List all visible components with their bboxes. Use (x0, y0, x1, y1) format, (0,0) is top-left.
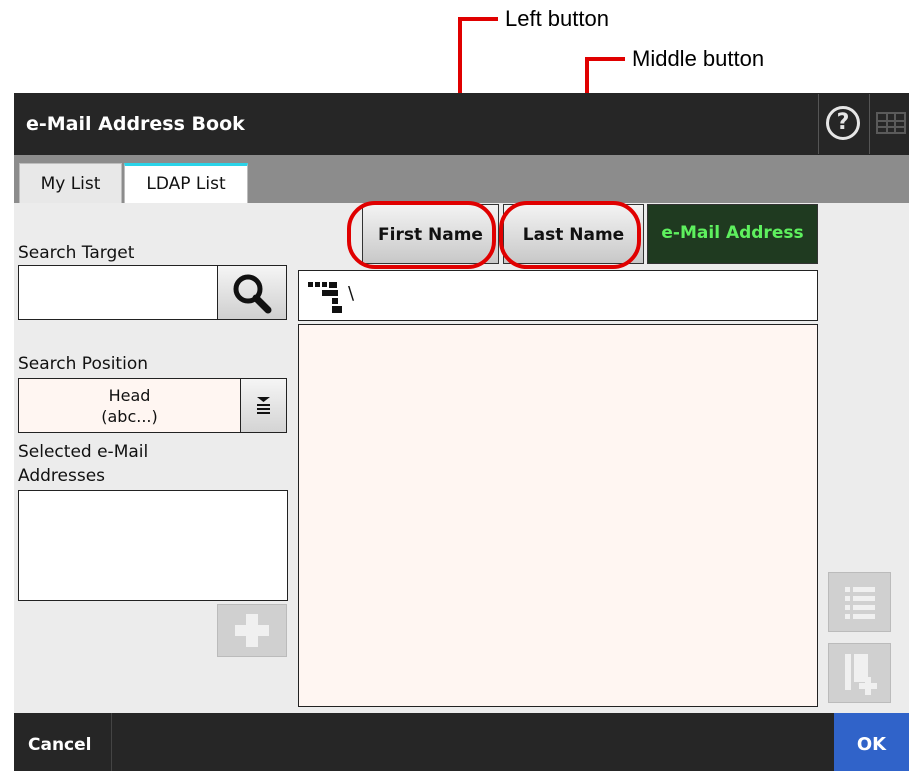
bottom-bar (14, 713, 909, 771)
search-target-label: Search Target (18, 243, 135, 263)
search-target-input[interactable] (18, 265, 218, 320)
highlight-ring-last-name (499, 201, 641, 269)
callout-line-middle-horizontal (585, 57, 625, 61)
highlight-ring-first-name (347, 201, 496, 269)
question-circle-icon: ? (826, 106, 860, 140)
add-entry-icon (845, 654, 877, 695)
add-entry-button[interactable] (828, 643, 891, 703)
search-position-value: Head (108, 386, 151, 405)
directory-path-bar[interactable] (298, 270, 818, 321)
plus-icon (235, 614, 269, 647)
tab-my-list[interactable]: My List (19, 163, 122, 203)
selected-addresses-label-line1: Selected e-Mail (18, 442, 149, 462)
search-position-field[interactable]: Head (abc...) (18, 378, 240, 433)
selected-addresses-label: Selected e-Mail Addresses (18, 440, 148, 488)
list-icon (845, 587, 875, 619)
callout-left-button: Left button (505, 6, 609, 31)
selected-addresses-list[interactable] (18, 490, 288, 601)
selected-addresses-label-line2: Addresses (18, 466, 106, 486)
callout-line-left-horizontal (458, 17, 498, 21)
dropdown-list-icon (257, 397, 270, 414)
ok-button[interactable]: OK (834, 713, 909, 771)
window-title: e-Mail Address Book (26, 113, 245, 135)
search-position-label: Search Position (18, 354, 148, 374)
sort-email-address-button[interactable]: e-Mail Address (647, 204, 818, 264)
search-position-value-sub: (abc...) (101, 407, 158, 426)
directory-path-text: \ (348, 283, 355, 304)
view-list-button[interactable] (828, 572, 891, 632)
ldap-tree-icon (308, 282, 342, 313)
search-icon (233, 274, 272, 314)
tab-ldap-list[interactable]: LDAP List (124, 163, 248, 203)
callout-middle-button: Middle button (632, 46, 765, 71)
search-position-dropdown-button[interactable] (240, 378, 287, 433)
keyboard-icon (876, 112, 906, 134)
add-address-button[interactable] (217, 604, 287, 657)
cancel-button[interactable]: Cancel (14, 713, 112, 771)
ldap-entry-list[interactable] (298, 324, 818, 707)
search-button[interactable] (217, 265, 287, 320)
